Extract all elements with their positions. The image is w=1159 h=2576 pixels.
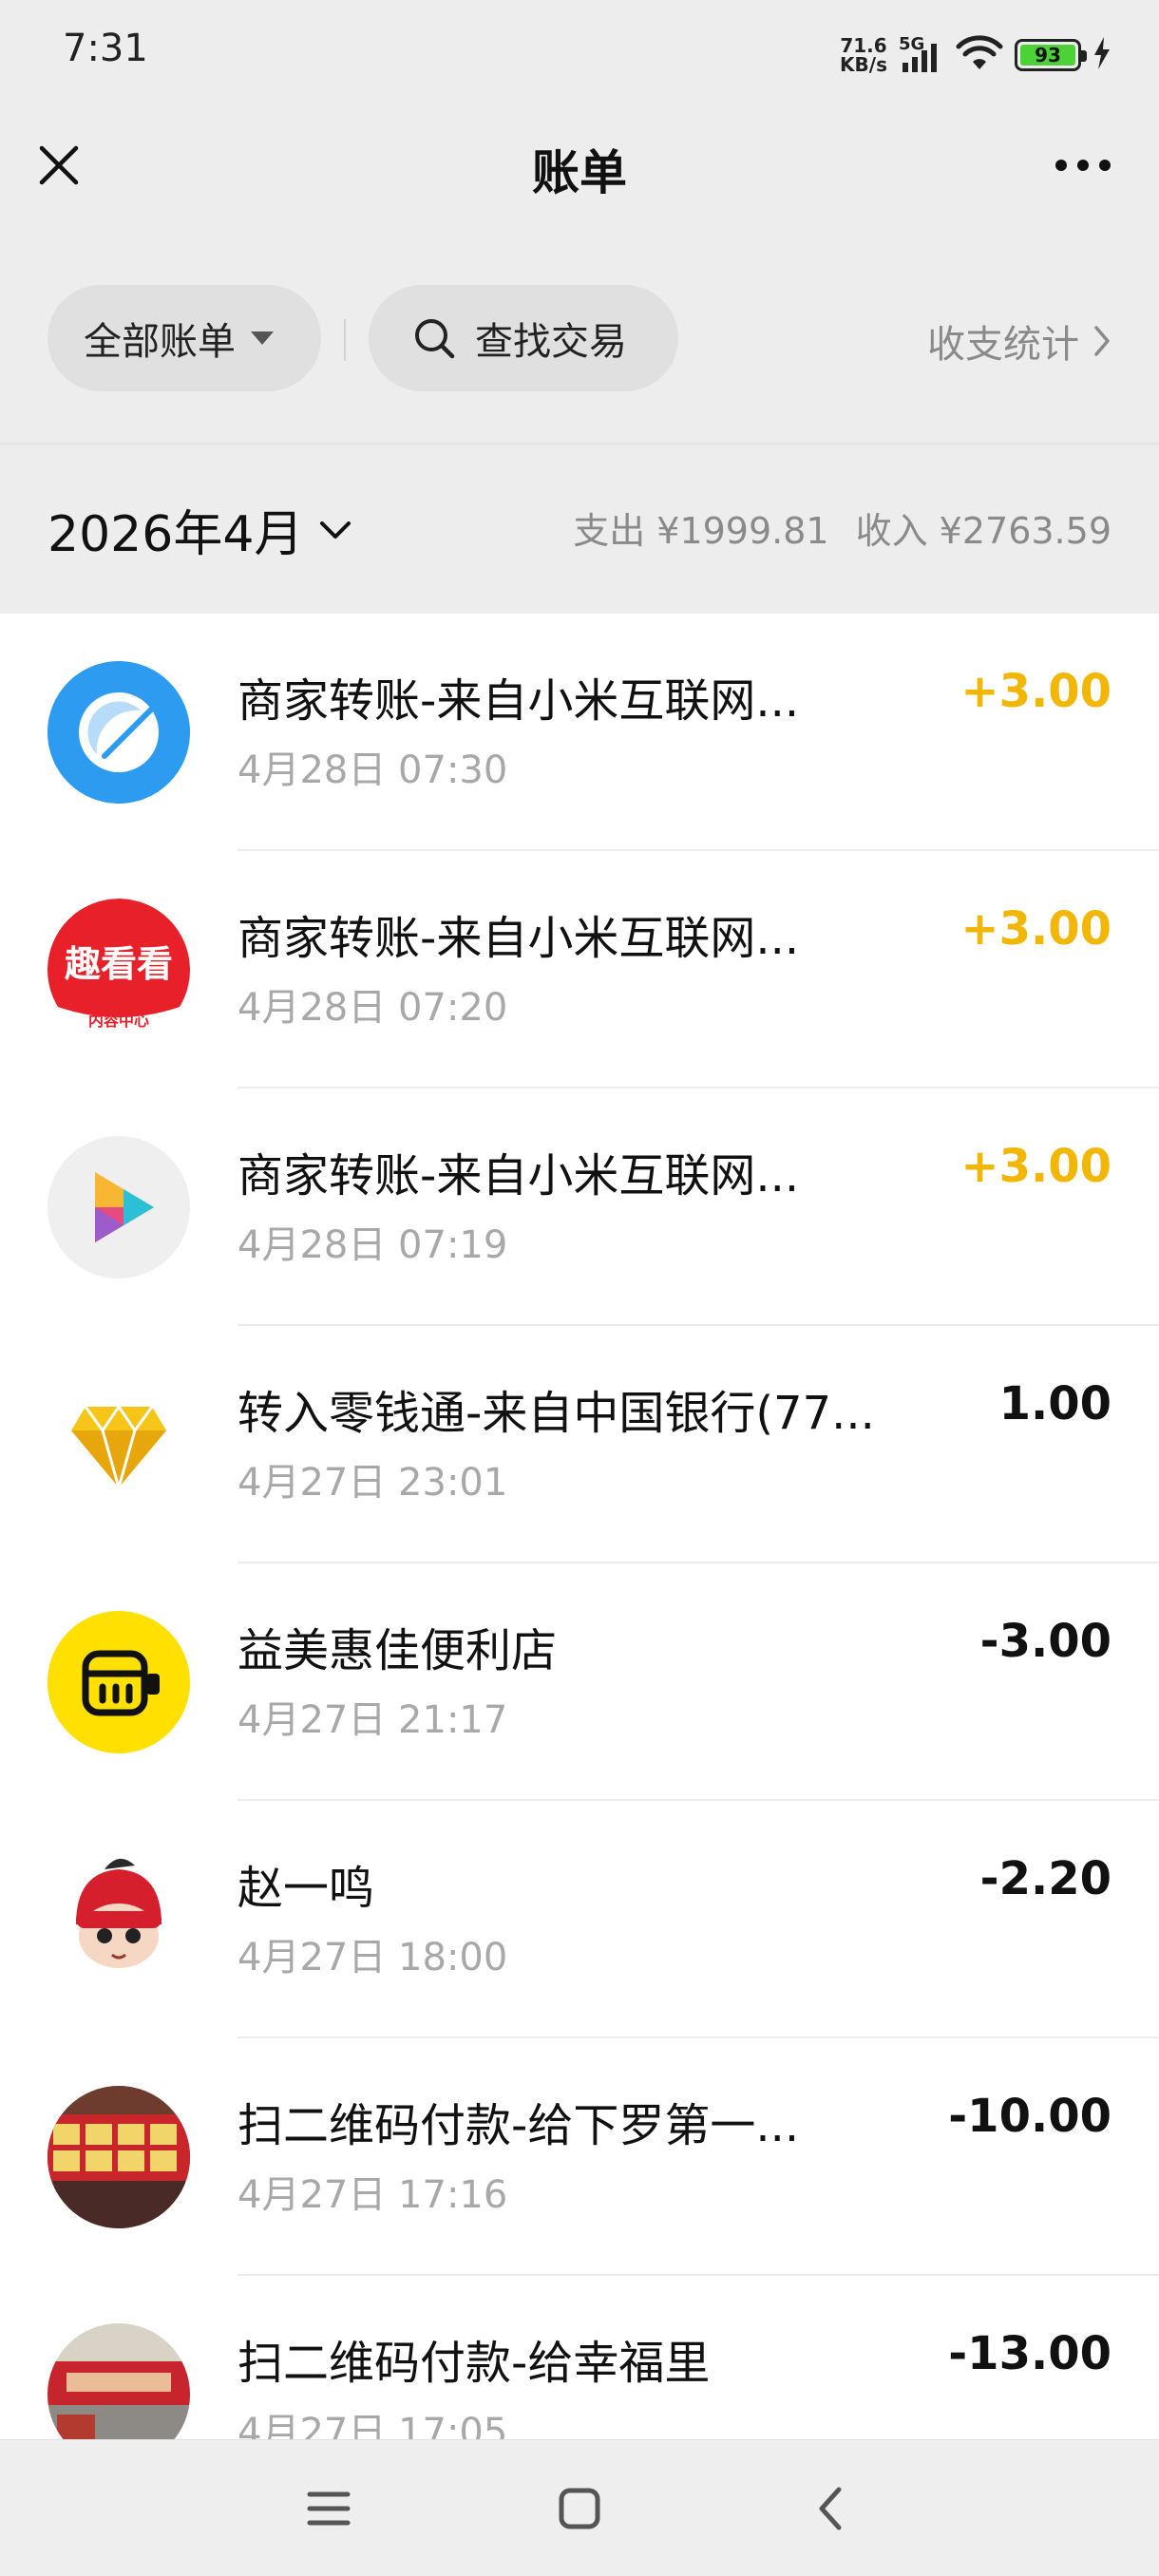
transaction-title: 扫二维码付款-给下罗第一... xyxy=(238,2099,800,2152)
qukankan-logo-subtext: 内容中心 xyxy=(88,1012,149,1030)
transaction-amount: 1.00 xyxy=(998,1377,1112,1430)
play-app-icon xyxy=(48,1136,190,1279)
store-icon xyxy=(48,1611,190,1753)
transaction-row[interactable]: 赵一鸣 4月27日 18:00 -2.20 xyxy=(0,1801,1159,2038)
status-icons: 71.6 KB/s 5G 93 xyxy=(840,27,1112,84)
transaction-title: 益美惠佳便利店 xyxy=(238,1624,558,1677)
transaction-time: 4月28日 07:20 xyxy=(238,986,508,1030)
battery-icon: 93 xyxy=(1015,39,1087,71)
blue-circle-app-icon xyxy=(48,661,190,804)
back-icon xyxy=(819,2487,842,2530)
transaction-time: 4月28日 07:30 xyxy=(238,748,508,792)
filter-divider xyxy=(344,319,346,361)
month-summary: 支出 ¥1999.81 收入 ¥2763.59 xyxy=(573,502,1112,554)
transaction-amount: +3.00 xyxy=(960,1140,1112,1193)
transaction-time: 4月27日 17:05 xyxy=(238,2411,508,2439)
wifi-icon xyxy=(956,35,1003,75)
search-icon xyxy=(415,319,455,359)
qukankan-app-icon: 趣看看 内容中心 xyxy=(48,899,190,1041)
page-title: 账单 xyxy=(532,145,627,200)
transaction-time: 4月27日 17:16 xyxy=(238,2173,508,2217)
transaction-amount: +3.00 xyxy=(960,902,1112,956)
charging-icon xyxy=(1092,37,1112,73)
transaction-row[interactable]: 商家转账-来自小米互联网... 4月28日 07:19 +3.00 xyxy=(0,1089,1159,1326)
shop-photo-avatar-icon xyxy=(48,2323,190,2439)
all-bills-filter[interactable]: 全部账单 xyxy=(48,285,321,391)
back-nav-button[interactable] xyxy=(796,2474,864,2543)
cartoon-avatar-icon xyxy=(48,1848,190,1991)
diamond-icon xyxy=(48,1373,190,1516)
search-transactions-button[interactable]: 查找交易 xyxy=(369,285,678,391)
stats-link[interactable]: 收支统计 xyxy=(927,313,1112,369)
nav-bar: 账单 xyxy=(0,104,1159,228)
cellular-signal-icon: 5G xyxy=(899,34,944,72)
shop-photo-avatar-icon xyxy=(48,2086,190,2228)
transaction-title: 扫二维码付款-给幸福里 xyxy=(238,2337,711,2390)
transaction-title: 商家转账-来自小米互联网... xyxy=(238,912,800,965)
home-square-icon xyxy=(559,2488,600,2529)
transaction-row[interactable]: 转入零钱通-来自中国银行(77... 4月27日 23:01 1.00 xyxy=(0,1326,1159,1563)
income-summary: 收入 ¥2763.59 xyxy=(855,510,1112,552)
status-bar: 7:31 71.6 KB/s 5G 93 xyxy=(0,0,1159,104)
all-bills-label: 全部账单 xyxy=(84,320,236,364)
transaction-row[interactable]: 扫二维码付款-给下罗第一... 4月27日 17:16 -10.00 xyxy=(0,2038,1159,2276)
transaction-time: 4月27日 18:00 xyxy=(238,1936,508,1979)
transaction-amount: +3.00 xyxy=(960,665,1112,718)
transaction-title: 赵一鸣 xyxy=(238,1862,375,1915)
transaction-title: 商家转账-来自小米互联网... xyxy=(238,1149,800,1203)
net-speed-value: 71.6 xyxy=(840,34,887,57)
month-header: 2026年4月 支出 ¥1999.81 收入 ¥2763.59 xyxy=(0,443,1159,614)
home-nav-button[interactable] xyxy=(545,2474,614,2543)
battery-level: 93 xyxy=(1020,44,1075,66)
transaction-amount: -3.00 xyxy=(979,1615,1112,1668)
transaction-time: 4月27日 23:01 xyxy=(238,1461,508,1505)
filter-row: 全部账单 查找交易 收支统计 xyxy=(0,285,1159,395)
search-label: 查找交易 xyxy=(475,320,627,364)
more-dots-icon xyxy=(1055,160,1111,171)
month-selector[interactable]: 2026年4月 xyxy=(48,494,352,565)
net-speed: 71.6 KB/s xyxy=(840,36,887,74)
transaction-amount: -10.00 xyxy=(948,2090,1112,2143)
transaction-row[interactable]: 扫二维码付款-给幸福里 4月27日 17:05 -13.00 xyxy=(0,2276,1159,2439)
bill-screen: 7:31 71.6 KB/s 5G 93 账单 全部账单 查找交易 收支统计 2… xyxy=(0,0,1159,2576)
transaction-row[interactable]: 商家转账-来自小米互联网... 4月28日 07:30 +3.00 xyxy=(0,614,1159,851)
chevron-down-icon xyxy=(320,521,352,539)
transaction-amount: -13.00 xyxy=(948,2327,1112,2380)
menu-nav-button[interactable] xyxy=(294,2474,363,2543)
expense-summary: 支出 ¥1999.81 xyxy=(573,510,829,552)
net-speed-unit: KB/s xyxy=(840,53,887,76)
qukankan-logo-text: 趣看看 xyxy=(65,943,173,985)
transaction-time: 4月27日 21:17 xyxy=(238,1698,508,1742)
transaction-list: 商家转账-来自小米互联网... 4月28日 07:30 +3.00 趣看看 内容… xyxy=(0,614,1159,2439)
transaction-title: 商家转账-来自小米互联网... xyxy=(238,674,800,728)
network-type: 5G xyxy=(899,34,925,54)
transaction-row[interactable]: 趣看看 内容中心 商家转账-来自小米互联网... 4月28日 07:20 +3.… xyxy=(0,851,1159,1089)
caret-down-icon xyxy=(251,331,274,345)
transaction-amount: -2.20 xyxy=(979,1852,1112,1905)
month-label: 2026年4月 xyxy=(48,506,304,563)
transaction-time: 4月28日 07:19 xyxy=(238,1223,508,1267)
more-button[interactable] xyxy=(1045,135,1121,196)
status-time: 7:31 xyxy=(63,27,148,70)
transaction-row[interactable]: 益美惠佳便利店 4月27日 21:17 -3.00 xyxy=(0,1563,1159,1801)
system-nav-bar xyxy=(0,2439,1159,2576)
stats-label: 收支统计 xyxy=(927,323,1079,367)
transaction-title: 转入零钱通-来自中国银行(77... xyxy=(238,1387,875,1440)
menu-icon xyxy=(307,2491,351,2526)
chevron-right-icon xyxy=(1094,326,1110,356)
